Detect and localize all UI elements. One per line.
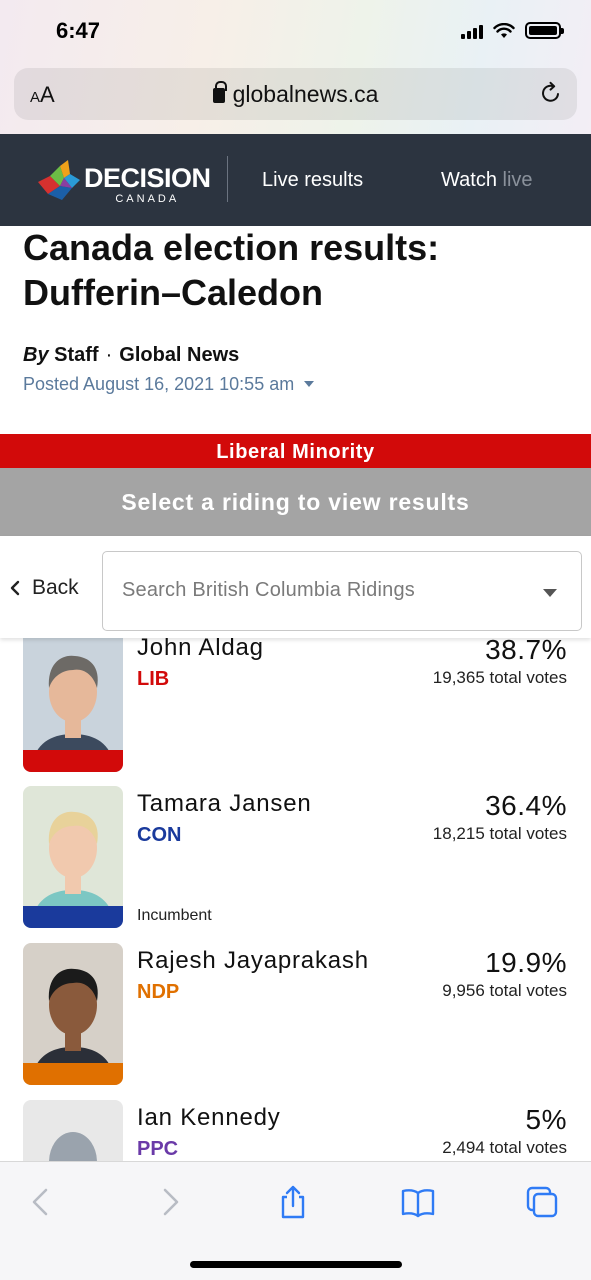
reload-icon[interactable] <box>539 81 563 105</box>
candidate-name: John Aldag <box>137 636 264 661</box>
candidate-photo <box>23 786 123 928</box>
candidate-photo <box>23 943 123 1085</box>
vote-percent: 38.7% <box>485 636 567 665</box>
battery-icon <box>525 22 564 39</box>
byline-author[interactable]: Staff <box>54 344 98 366</box>
dropdown-arrow-icon <box>543 589 557 597</box>
candidate-row[interactable]: Tamara Jansen CON 36.4% 18,215 total votes I… <box>0 786 591 936</box>
header-divider <box>227 156 228 202</box>
party-color-bar <box>23 1063 123 1085</box>
status-icons <box>461 22 564 39</box>
result-banner: Liberal Minority <box>0 434 591 468</box>
candidate-name: Tamara Jansen <box>137 790 312 817</box>
bookmarks-icon[interactable] <box>400 1184 436 1220</box>
candidate-row[interactable]: Ian Kennedy PPC 5% 2,494 total votes <box>0 1100 591 1161</box>
byline-outlet[interactable]: Global News <box>119 344 239 366</box>
vote-total: 19,365 total votes <box>432 668 567 687</box>
candidate-party: PPC <box>137 1138 179 1160</box>
caret-down-icon <box>304 381 315 387</box>
byline-by: By <box>23 344 49 366</box>
riding-search-row: Back Search British Columbia Ridings <box>0 536 591 638</box>
url-text: globalnews.ca <box>232 81 379 107</box>
browser-chrome: 6:47 AA globalnews.ca <box>0 0 591 134</box>
back-label: Back <box>32 576 79 599</box>
logo-wordmark[interactable]: DECISION CANADA <box>84 164 211 205</box>
riding-search-select[interactable]: Search British Columbia Ridings <box>102 551 582 631</box>
tabs-icon[interactable] <box>524 1184 560 1220</box>
vote-total: 18,215 total votes <box>432 824 567 843</box>
wifi-icon <box>493 22 515 38</box>
status-time: 6:47 <box>56 18 101 43</box>
vote-total: 9,956 total votes <box>442 981 567 1000</box>
incumbent-label: Incumbent <box>137 907 212 924</box>
candidate-party: CON <box>137 824 182 846</box>
candidate-party: LIB <box>137 668 170 690</box>
nav-watch-live[interactable]: Watch live <box>441 169 533 192</box>
home-indicator <box>190 1261 402 1268</box>
cellular-signal-icon <box>461 23 483 39</box>
site-header: DECISION CANADA Live results Watch live <box>0 134 591 226</box>
vote-percent: 19.9% <box>485 947 567 978</box>
byline-separator: · <box>105 344 113 366</box>
party-color-bar <box>23 750 123 772</box>
candidate-row[interactable]: John Aldag LIB 38.7% 19,365 total votes <box>0 636 591 780</box>
forward-arrow-icon[interactable] <box>151 1184 187 1220</box>
candidate-list: John Aldag LIB 38.7% 19,365 total votes Tama… <box>0 636 591 1161</box>
select-riding-prompt: Select a riding to view results <box>0 468 591 536</box>
back-button[interactable]: Back <box>10 576 79 600</box>
candidate-name: Ian Kennedy <box>137 1104 281 1131</box>
address-bar[interactable]: AA globalnews.ca <box>14 68 577 120</box>
candidate-party: NDP <box>137 981 180 1003</box>
candidate-name: Rajesh Jayaprakash <box>137 947 369 974</box>
candidate-row[interactable]: Rajesh Jayaprakash NDP 19.9% 9,956 total vo… <box>0 943 591 1093</box>
lock-icon <box>212 81 227 103</box>
url-display[interactable]: globalnews.ca <box>14 81 577 108</box>
posted-date[interactable]: Posted August 16, 2021 10:55 am <box>23 374 315 395</box>
candidate-photo <box>23 636 123 772</box>
decision-canada-logo-icon[interactable] <box>34 156 90 204</box>
party-color-bar <box>23 906 123 928</box>
back-arrow-icon[interactable] <box>24 1184 60 1220</box>
search-placeholder: Search British Columbia Ridings <box>122 579 415 601</box>
share-icon[interactable] <box>275 1184 311 1220</box>
page-title: Canada election results: Dufferin–Caledo… <box>23 227 440 313</box>
chevron-left-icon <box>10 580 20 596</box>
byline: By Staff · Global News <box>23 344 239 367</box>
nav-live-results[interactable]: Live results <box>262 169 363 192</box>
vote-total: 2,494 total votes <box>442 1138 567 1157</box>
vote-percent: 36.4% <box>485 790 567 821</box>
vote-percent: 5% <box>525 1104 567 1135</box>
candidate-photo <box>23 1100 123 1161</box>
